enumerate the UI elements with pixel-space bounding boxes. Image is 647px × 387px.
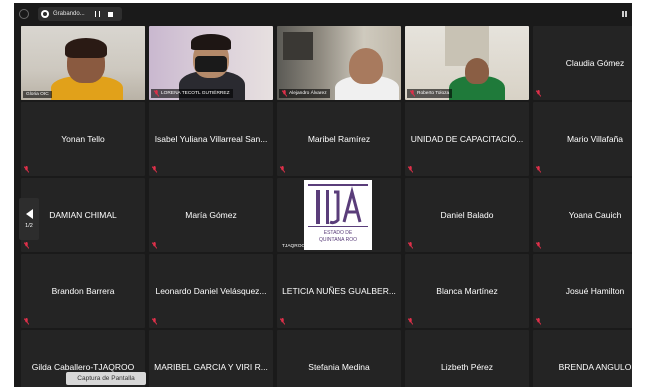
participant-name: MARIBEL GARCIA Y VIRI R... (154, 362, 268, 372)
security-icon[interactable] (19, 9, 29, 19)
participant-tile[interactable]: Claudia Gómez (533, 26, 632, 100)
participant-tile[interactable]: Blanca Martínez (405, 254, 529, 328)
participant-tile[interactable]: MARIBEL GARCIA Y VIRI R... (149, 330, 273, 387)
participant-tile[interactable]: Isabel Yuliana Villarreal San... (149, 102, 273, 176)
mic-muted-icon (280, 318, 285, 325)
participant-tile[interactable]: Stefania Medina (277, 330, 401, 387)
pause-icon[interactable] (94, 11, 100, 17)
participant-name: LETICIA NUÑES GUALBER... (282, 286, 396, 296)
participant-name: Lizbeth Pérez (441, 362, 493, 372)
stop-icon[interactable] (107, 11, 113, 17)
participant-tile[interactable]: Daniel Balado (405, 178, 529, 252)
mic-muted-icon (536, 242, 541, 249)
participant-name-label: Gloria OIC (23, 91, 52, 98)
participant-tile[interactable]: Yoana Cauich (533, 178, 632, 252)
mic-muted-icon (408, 242, 413, 249)
mic-muted-icon (536, 90, 541, 97)
recording-indicator: Grabando... (38, 7, 122, 21)
page-indicator: 1/2 (25, 223, 33, 229)
mic-muted-icon (280, 166, 285, 173)
zoom-meeting-window: Grabando... Gloria OIC LORENA TECOTL GUT… (14, 3, 632, 387)
participant-name: Mario Villafaña (566, 134, 624, 144)
record-icon (41, 10, 49, 18)
participant-tile[interactable]: Yonan Tello (21, 102, 145, 176)
mic-muted-icon (410, 90, 415, 97)
participant-video (21, 26, 145, 100)
participant-name: Stefania Medina (308, 362, 370, 372)
mic-muted-icon (152, 166, 157, 173)
mic-muted-icon (282, 90, 287, 97)
mic-muted-icon (24, 318, 29, 325)
participant-name: BRENDA ANGULO (558, 362, 632, 372)
participant-tile[interactable]: María Gómez (149, 178, 273, 252)
participant-tile[interactable]: LORENA TECOTL GUTIÉRREZ (149, 26, 273, 100)
participant-tile[interactable]: DAMIAN CHIMAL (21, 178, 145, 252)
mic-muted-icon (536, 166, 541, 173)
participant-tile[interactable]: Maribel Ramírez (277, 102, 401, 176)
mic-muted-icon (152, 318, 157, 325)
participant-name: DAMIAN CHIMAL (49, 210, 117, 220)
mic-muted-icon (408, 166, 413, 173)
participant-name-label: LORENA TECOTL GUTIÉRREZ (151, 89, 233, 98)
participant-name: Yoana Cauich (568, 210, 622, 220)
participant-name: Maribel Ramírez (307, 134, 371, 144)
participant-name: Isabel Yuliana Villarreal San... (154, 134, 268, 144)
previous-page-button[interactable]: 1/2 (19, 198, 39, 240)
participant-name: Josué Hamilton (565, 286, 625, 296)
participant-tile[interactable]: ESTADO DE QUINTANA ROO TJAQROO (277, 178, 401, 252)
mic-muted-icon (24, 242, 29, 249)
mic-muted-icon (154, 90, 159, 97)
participant-tile[interactable]: Mario Villafaña (533, 102, 632, 176)
participant-name: Claudia Gómez (565, 58, 625, 68)
participant-tile[interactable]: Gloria OIC (21, 26, 145, 100)
tjaqroo-logo: ESTADO DE QUINTANA ROO (304, 180, 372, 250)
participant-name: María Gómez (185, 210, 237, 220)
mic-muted-icon (24, 166, 29, 173)
participant-tile[interactable]: Leonardo Daniel Velásquez... (149, 254, 273, 328)
participant-name: Daniel Balado (440, 210, 494, 220)
screenshot-tooltip: Captura de Pantalla (66, 372, 146, 385)
participant-name: Yonan Tello (61, 134, 105, 144)
participant-tile[interactable]: Brandon Barrera (21, 254, 145, 328)
participant-tile[interactable]: LETICIA NUÑES GUALBER... (277, 254, 401, 328)
participant-name: Leonardo Daniel Velásquez... (155, 286, 267, 296)
participant-tile[interactable]: Alejandro Álvarez (277, 26, 401, 100)
participant-name-label: Alejandro Álvarez (279, 89, 330, 98)
participant-name: Gilda Caballero-TJAQROO (31, 362, 135, 372)
meeting-topbar: Grabando... (14, 3, 632, 25)
grid-view-icon[interactable] (622, 11, 628, 17)
participant-tile[interactable]: Roberto Toloza (405, 26, 529, 100)
mic-muted-icon (536, 318, 541, 325)
participant-name: Brandon Barrera (51, 286, 115, 296)
participant-name-label: Roberto Toloza (407, 89, 453, 98)
participant-tile[interactable]: UNIDAD DE CAPACITACIÓ... (405, 102, 529, 176)
participant-tile[interactable]: Lizbeth Pérez (405, 330, 529, 387)
participant-name: UNIDAD DE CAPACITACIÓ... (410, 134, 524, 144)
chevron-left-icon (25, 209, 33, 219)
mic-muted-icon (152, 242, 157, 249)
participant-tile[interactable]: BRENDA ANGULO (533, 330, 632, 387)
logo-text-2: QUINTANA ROO (319, 237, 357, 243)
mic-muted-icon (408, 318, 413, 325)
participant-tile[interactable]: Josué Hamilton (533, 254, 632, 328)
logo-text-1: ESTADO DE (323, 230, 353, 236)
participant-name-label: TJAQROO (282, 244, 306, 249)
participant-name: Blanca Martínez (436, 286, 498, 296)
recording-label: Grabando... (53, 11, 85, 17)
